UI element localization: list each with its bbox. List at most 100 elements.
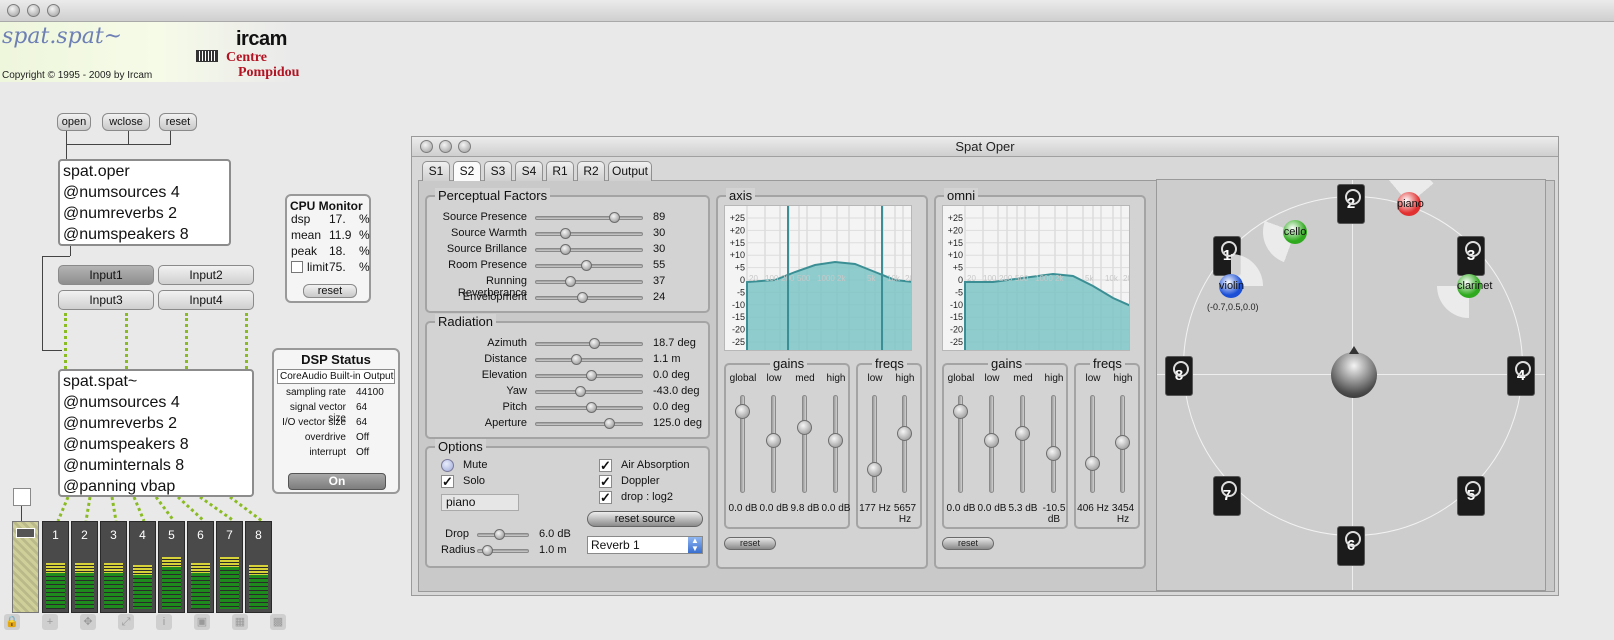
output-meter[interactable]: 2 (71, 521, 98, 613)
zoom-window-button[interactable] (47, 4, 60, 17)
output-meter[interactable]: 4 (129, 521, 156, 613)
audio-device-menu[interactable]: CoreAudio Built-in Output (277, 369, 395, 384)
speaker-7-icon[interactable]: 7 (1213, 476, 1241, 516)
radiation-slider[interactable] (535, 354, 643, 365)
radius-slider-knob[interactable] (482, 545, 493, 556)
axis-gain_cols-slider[interactable] (797, 395, 812, 493)
omni-gain_cols-slider[interactable] (984, 395, 999, 493)
omni-gain_cols-knob[interactable] (1015, 426, 1030, 441)
grid-b-icon[interactable]: ▦ (232, 614, 248, 630)
tab-output[interactable]: Output (608, 161, 652, 181)
speaker-4-icon[interactable]: 4 (1507, 356, 1535, 396)
axis-freq_cols-knob[interactable] (867, 462, 882, 477)
wclose-message[interactable]: wclose (102, 113, 150, 131)
grid-a-icon[interactable]: ▣ (194, 614, 210, 630)
eq-curve[interactable] (964, 272, 1130, 351)
close-window-button[interactable] (7, 4, 20, 17)
radiation-slider[interactable] (535, 386, 643, 397)
omni-gain_cols-knob[interactable] (1046, 446, 1061, 461)
spat-minimize-button[interactable] (439, 140, 452, 153)
spat-oper-object[interactable]: spat.oper @numsources 4 @numreverbs 2 @n… (58, 159, 231, 246)
input4-button[interactable]: Input4 (158, 290, 254, 310)
reverb-select[interactable]: Reverb 1 ▲ ▼ (587, 536, 703, 554)
omni-freq_cols-knob[interactable] (1115, 435, 1130, 450)
perceptual-slider[interactable] (535, 276, 643, 287)
radiation-slider-knob[interactable] (571, 354, 582, 365)
perceptual-slider-knob[interactable] (560, 228, 571, 239)
perceptual-slider-knob[interactable] (560, 244, 571, 255)
move-icon[interactable]: ✥ (80, 614, 96, 630)
output-meter[interactable]: 3 (100, 521, 127, 613)
perceptual-slider[interactable] (535, 212, 643, 223)
perceptual-slider-knob[interactable] (565, 276, 576, 287)
spat-close-button[interactable] (420, 140, 433, 153)
source-cello[interactable]: cello (1283, 220, 1307, 244)
drop-slider-knob[interactable] (494, 529, 505, 540)
mute-radio[interactable] (441, 459, 454, 472)
axis-gain_cols-knob[interactable] (797, 420, 812, 435)
radiation-slider[interactable] (535, 418, 643, 429)
speaker-5-icon[interactable]: 5 (1457, 476, 1485, 516)
axis-gain_cols-slider[interactable] (766, 395, 781, 493)
axis-reset-button[interactable]: reset (724, 537, 776, 550)
radiation-slider-knob[interactable] (586, 370, 597, 381)
axis-freq_cols-knob[interactable] (897, 426, 912, 441)
radiation-slider[interactable] (535, 338, 643, 349)
toggle-box[interactable] (13, 488, 31, 506)
source-violin[interactable]: violin (1219, 274, 1244, 298)
input3-button[interactable]: Input3 (58, 290, 154, 310)
perceptual-slider-knob[interactable] (581, 260, 592, 271)
solo-checkbox[interactable]: ✓ (441, 475, 454, 488)
minimize-window-button[interactable] (27, 4, 40, 17)
omni-gain_cols-knob[interactable] (953, 404, 968, 419)
frequency-marker[interactable] (787, 206, 789, 350)
speaker-6-icon[interactable]: 6 (1337, 526, 1365, 566)
radiation-slider-knob[interactable] (575, 386, 586, 397)
reset-source-button[interactable]: reset source (587, 511, 703, 527)
perceptual-slider[interactable] (535, 244, 643, 255)
frequency-marker[interactable] (881, 206, 883, 350)
listener-head-icon[interactable] (1331, 352, 1377, 398)
tab-s3[interactable]: S3 (484, 161, 512, 181)
open-message[interactable]: open (57, 113, 91, 131)
drop-log-checkbox[interactable]: ✓ (599, 491, 612, 504)
radiation-slider[interactable] (535, 370, 643, 381)
spat-zoom-button[interactable] (458, 140, 471, 153)
output-meter[interactable]: 5 (158, 521, 185, 613)
speaker-8-icon[interactable]: 8 (1165, 356, 1193, 396)
perceptual-slider-knob[interactable] (577, 292, 588, 303)
info-icon[interactable]: i (156, 614, 172, 630)
radiation-slider-knob[interactable] (586, 402, 597, 413)
tab-r2[interactable]: R2 (577, 161, 605, 181)
radius-slider[interactable] (477, 545, 529, 556)
tab-s2[interactable]: S2 (453, 161, 481, 181)
perceptual-slider[interactable] (535, 292, 643, 303)
input1-button[interactable]: Input1 (58, 265, 154, 285)
axis-gain_cols-knob[interactable] (735, 404, 750, 419)
axis-gain_cols-slider[interactable] (828, 395, 843, 493)
perceptual-slider[interactable] (535, 228, 643, 239)
air-absorption-checkbox[interactable]: ✓ (599, 459, 612, 472)
tab-s4[interactable]: S4 (515, 161, 543, 181)
source-piano[interactable]: piano (1397, 192, 1424, 216)
output-meter[interactable]: 1 (42, 521, 69, 613)
reset-message[interactable]: reset (159, 113, 197, 131)
omni-reset-button[interactable]: reset (942, 537, 994, 550)
axis-gain_cols-knob[interactable] (828, 433, 843, 448)
axis-freq_cols-slider[interactable] (867, 395, 882, 493)
omni-gain_cols-slider[interactable] (1046, 395, 1061, 493)
speaker-map[interactable]: 12345678violincellopianoclarinet(-0.7,0.… (1156, 179, 1546, 591)
cpu-reset-button[interactable]: reset (303, 284, 357, 298)
axis-gain_cols-knob[interactable] (766, 433, 781, 448)
master-meter[interactable] (12, 521, 39, 613)
perceptual-slider-knob[interactable] (609, 212, 620, 223)
omni-gain_cols-slider[interactable] (953, 395, 968, 493)
omni-freq_cols-knob[interactable] (1085, 456, 1100, 471)
source-clarinet[interactable]: clarinet (1457, 274, 1492, 298)
radiation-slider-knob[interactable] (589, 338, 600, 349)
lock-icon[interactable]: 🔒 (4, 614, 20, 630)
omni-gain_cols-slider[interactable] (1015, 395, 1030, 493)
omni-gain_cols-knob[interactable] (984, 433, 999, 448)
limit-checkbox[interactable] (291, 261, 303, 273)
omni-freq_cols-slider[interactable] (1115, 395, 1130, 493)
